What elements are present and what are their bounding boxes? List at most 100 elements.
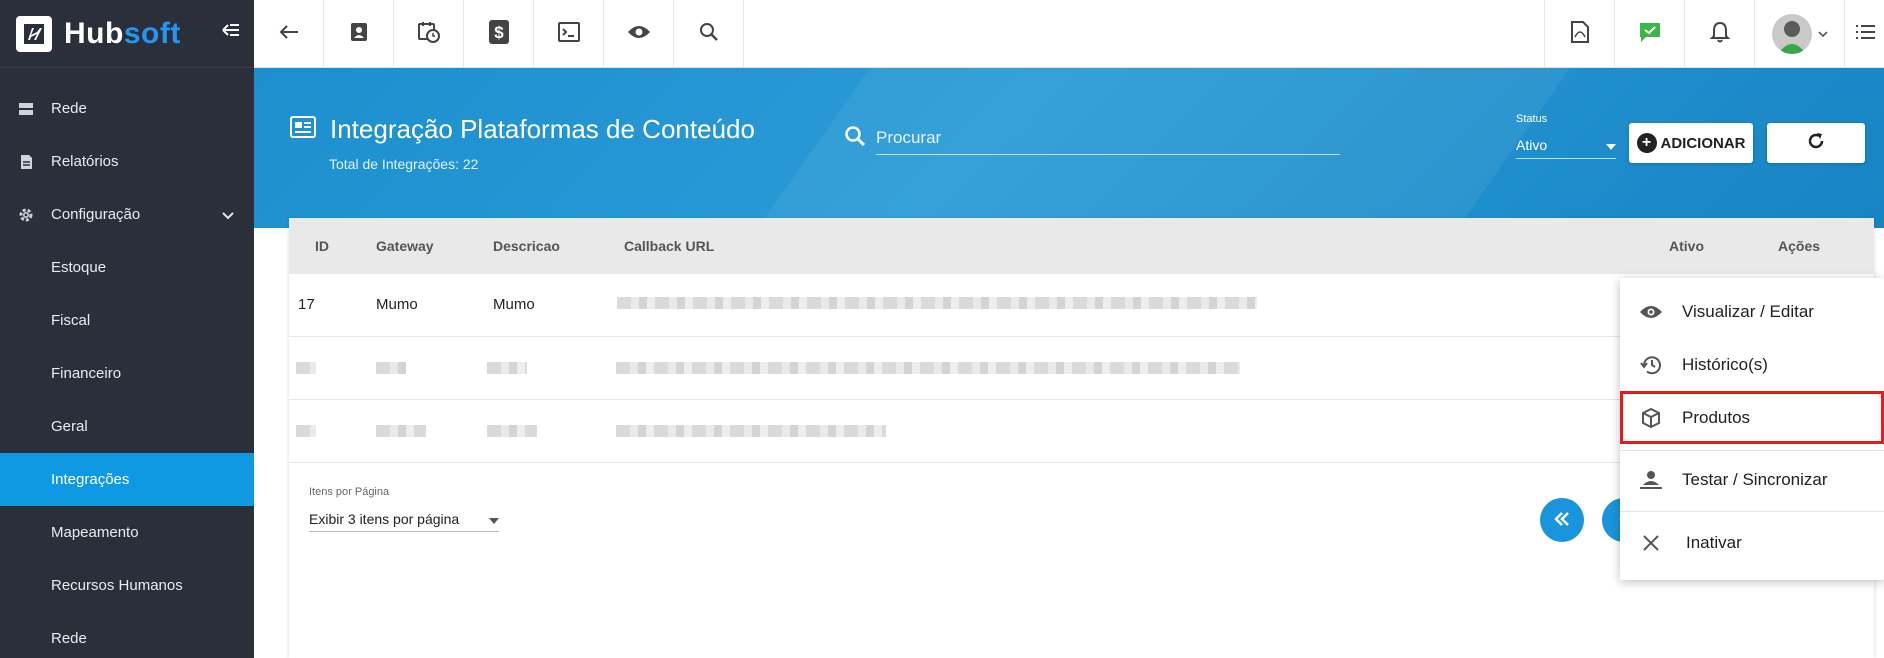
caret-down-icon (489, 511, 499, 527)
search-toolbar-button[interactable] (674, 0, 744, 68)
gear-icon (18, 207, 34, 223)
sidebar-item-label: Geral (51, 418, 88, 435)
blurred-gateway (376, 425, 426, 437)
menu-item-produtos[interactable]: Produtos (1620, 391, 1884, 444)
blurred-callback-url (616, 362, 1240, 374)
avatar (1771, 14, 1812, 54)
menu-item-label: Histórico(s) (1682, 354, 1768, 374)
page-title: Integração Plataformas de Conteúdo (290, 114, 755, 145)
items-per-page-select[interactable]: Exibir 3 itens por página (309, 506, 499, 532)
sidebar-item-estoque[interactable]: Estoque (0, 241, 254, 294)
status-value: Ativo (1516, 136, 1548, 153)
column-header-ativo[interactable]: Ativo (1669, 238, 1704, 254)
sidebar-item-mapeamento[interactable]: Mapeamento (0, 506, 254, 559)
toolbar-right (1544, 0, 1884, 68)
messages-button[interactable] (1614, 0, 1684, 68)
column-header-callback-url[interactable]: Callback URL (624, 238, 714, 254)
add-button-label: ADICIONAR (1660, 134, 1746, 152)
sidebar-item-rede-sub[interactable]: Rede (0, 612, 254, 658)
column-header-descricao[interactable]: Descricao (493, 238, 560, 254)
chevron-down-icon (222, 207, 234, 224)
sidebar-item-label: Estoque (51, 259, 107, 276)
menu-divider (1620, 450, 1884, 451)
blurred-callback-url (616, 425, 886, 437)
sidebar-item-geral[interactable]: Geral (0, 400, 254, 453)
page-header: Integração Plataformas de Conteúdo Total… (254, 68, 1884, 228)
table-header: ID Gateway Descricao Callback URL Ativo … (289, 218, 1874, 274)
items-per-page-label: Itens por Página (309, 486, 390, 498)
sidebar-item-recursos-humanos[interactable]: Recursos Humanos (0, 559, 254, 612)
menu-item-label: Produtos (1682, 407, 1751, 427)
sidebar-item-integracoes[interactable]: Integrações (0, 453, 254, 506)
notifications-button[interactable] (1684, 0, 1754, 68)
menu-divider (1620, 511, 1884, 512)
menu-item-visualizar-editar[interactable]: Visualizar / Editar (1620, 285, 1884, 338)
pdf-file-icon (1570, 20, 1589, 48)
schedule-button[interactable] (394, 0, 464, 68)
add-button[interactable]: + ADICIONAR (1629, 123, 1753, 163)
back-button[interactable] (254, 0, 324, 68)
sidebar-item-financeiro[interactable]: Financeiro (0, 347, 254, 400)
server-icon (18, 101, 34, 117)
terminal-button[interactable] (534, 0, 604, 68)
hubsoft-logo-icon[interactable] (16, 15, 52, 52)
sidebar-item-label: Integrações (51, 471, 130, 488)
sidebar-item-relatorios[interactable]: Relatórios (0, 135, 254, 188)
page-title-text: Integração Plataformas de Conteúdo (330, 114, 755, 144)
pdf-button[interactable] (1544, 0, 1614, 68)
menu-item-label: Visualizar / Editar (1682, 301, 1814, 321)
collapse-sidebar-icon[interactable] (222, 22, 242, 42)
sidebar-item-label: Rede (51, 630, 87, 647)
page-subtitle: Total de Integrações: 22 (329, 156, 479, 172)
sync-user-icon (1638, 469, 1664, 491)
cell-gateway: Mumo (376, 296, 418, 313)
search-icon (844, 125, 866, 152)
brand: Hubsoft (0, 0, 254, 68)
chevron-down-icon (1817, 25, 1828, 43)
refresh-button[interactable] (1767, 123, 1865, 163)
top-toolbar: $ (254, 0, 1884, 68)
sidebar-item-configuracao[interactable]: Configuração (0, 188, 254, 241)
items-per-page-value: Exibir 3 itens por página (309, 510, 460, 527)
first-page-button[interactable] (1540, 498, 1584, 542)
user-menu-button[interactable] (1754, 0, 1844, 68)
report-icon (18, 154, 34, 170)
finance-button[interactable]: $ (464, 0, 534, 68)
row-actions-menu: Visualizar / Editar Histórico(s) Produto… (1620, 278, 1884, 580)
double-chevron-left-icon (1554, 509, 1570, 532)
chat-check-icon (1638, 21, 1662, 48)
menu-item-inativar[interactable]: Inativar (1620, 516, 1884, 569)
more-menu-button[interactable] (1844, 0, 1884, 68)
blurred-callback-url (617, 297, 1257, 309)
close-icon (1638, 534, 1664, 552)
sidebar-item-rede[interactable]: Rede (0, 82, 254, 135)
plus-circle-icon: + (1636, 133, 1657, 153)
sidebar-item-fiscal[interactable]: Fiscal (0, 294, 254, 347)
search-bar (844, 120, 1344, 156)
eye-icon (627, 24, 651, 45)
sidebar-item-label: Recursos Humanos (51, 577, 183, 594)
status-select[interactable]: Ativo (1516, 131, 1616, 159)
blurred-id (296, 425, 316, 437)
calendar-clock-icon (417, 21, 440, 48)
sidebar-menu: Rede Relatórios Configuração Estoque Fis… (0, 82, 254, 658)
search-input[interactable] (876, 121, 1340, 155)
blurred-id (296, 362, 316, 374)
menu-item-label: Testar / Sincronizar (1682, 469, 1828, 489)
arrow-left-icon (279, 24, 299, 45)
sidebar-item-label: Configuração (51, 206, 141, 223)
caret-down-icon (1606, 137, 1616, 153)
contact-card-icon (350, 22, 368, 47)
view-button[interactable] (604, 0, 674, 68)
menu-item-testar-sincronizar[interactable]: Testar / Sincronizar (1620, 453, 1884, 506)
status-label: Status (1516, 113, 1548, 125)
sidebar-item-label: Financeiro (51, 365, 122, 382)
sidebar-item-label: Mapeamento (51, 524, 139, 541)
brand-name: Hubsoft (64, 16, 181, 50)
column-header-id[interactable]: ID (315, 238, 329, 254)
menu-item-historico[interactable]: Histórico(s) (1620, 338, 1884, 391)
contact-button[interactable] (324, 0, 394, 68)
sidebar-item-label: Fiscal (51, 312, 91, 329)
svg-text:$: $ (494, 23, 504, 42)
column-header-gateway[interactable]: Gateway (376, 238, 434, 254)
